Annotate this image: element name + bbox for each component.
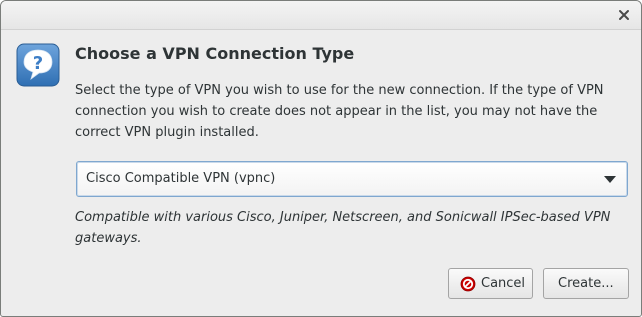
cancel-button[interactable]: Cancel [448, 268, 533, 299]
vpn-type-dialog: ? Choose a VPN Connection Type Select th… [0, 0, 642, 317]
question-icon: ? [16, 43, 60, 87]
svg-text:?: ? [33, 53, 43, 74]
cancel-icon [460, 276, 476, 292]
create-button-label: Create... [558, 276, 614, 291]
create-button[interactable]: Create... [543, 268, 629, 299]
dialog-description: Select the type of VPN you wish to use f… [75, 83, 604, 140]
vpn-type-select[interactable]: Cisco Compatible VPN (vpnc) [76, 161, 628, 197]
close-icon[interactable] [618, 9, 630, 21]
vpn-type-description: Compatible with various Cisco, Juniper, … [75, 210, 611, 246]
vpn-type-selected-value: Cisco Compatible VPN (vpnc) [86, 171, 276, 186]
chevron-down-icon [604, 176, 616, 183]
dialog-heading: Choose a VPN Connection Type [75, 44, 355, 63]
cancel-button-label: Cancel [481, 276, 526, 291]
title-bar[interactable] [1, 1, 641, 30]
